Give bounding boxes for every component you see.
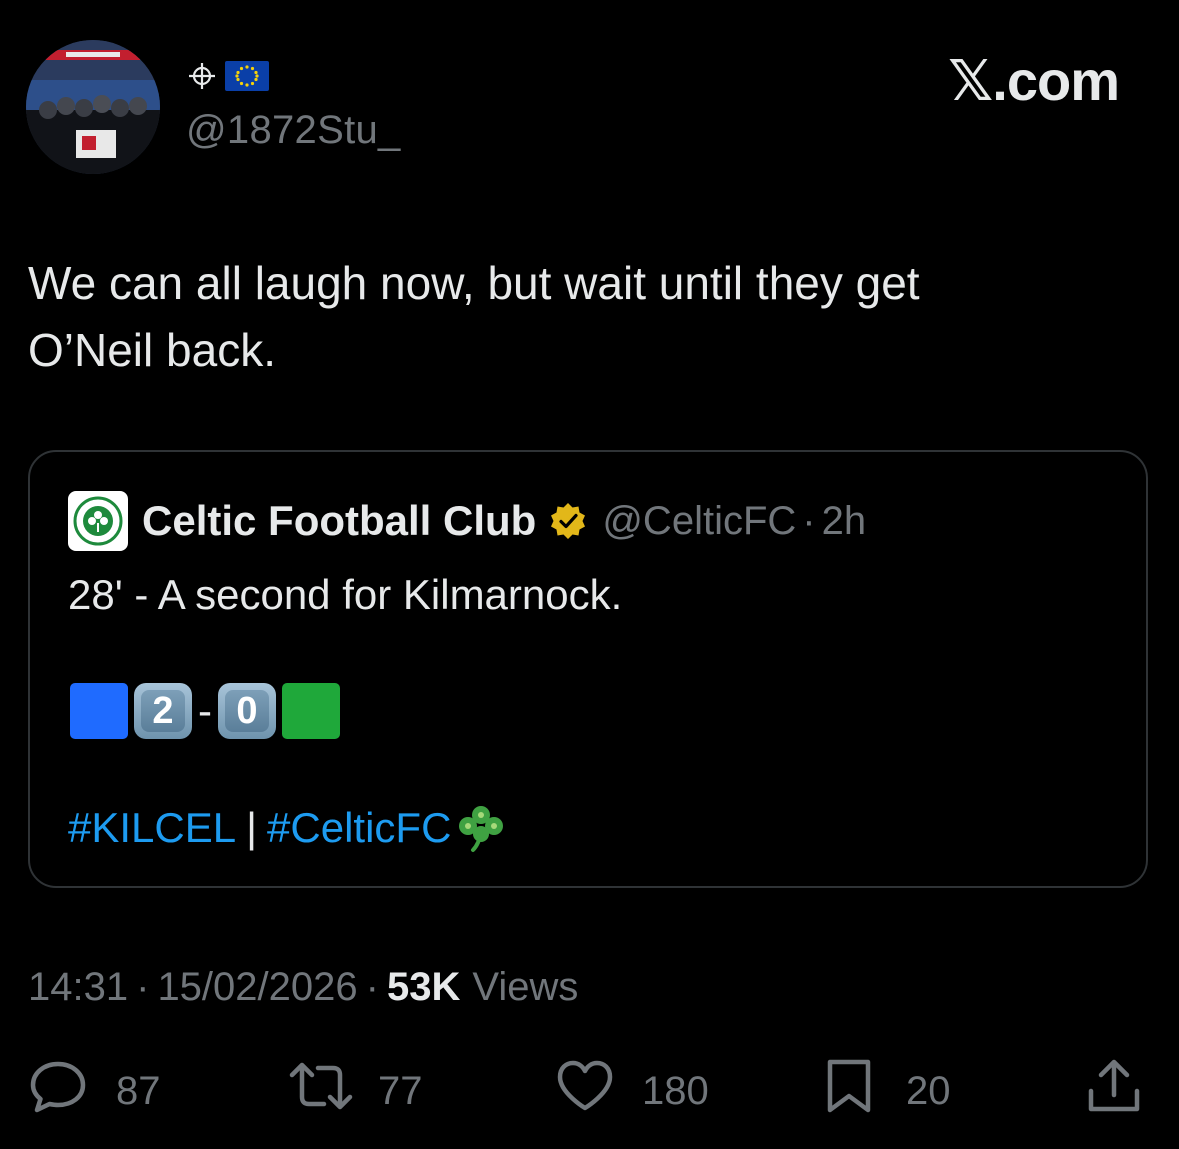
meta-separator: · [365, 965, 379, 1009]
quoted-tweet-text: 28' - A second for Kilmarnock. [68, 571, 623, 618]
reply-button[interactable]: 87 [28, 1060, 161, 1122]
quoted-separator: · [802, 498, 816, 543]
repost-icon [288, 1059, 354, 1123]
reply-icon [28, 1059, 88, 1123]
reply-count: 87 [116, 1068, 161, 1113]
bookmark-count: 20 [906, 1068, 951, 1113]
quoted-timestamp[interactable]: 2h [822, 499, 867, 544]
like-button[interactable]: 180 [556, 1060, 709, 1122]
celtic-crest-avatar[interactable] [68, 491, 128, 551]
verified-badge-icon [548, 501, 588, 541]
repost-button[interactable]: 77 [288, 1060, 423, 1122]
quoted-tweet-card[interactable]: Celtic Football Club @CelticFC · 2h 28' … [28, 450, 1148, 888]
views-count: 53K [386, 965, 461, 1009]
heart-icon [556, 1059, 614, 1123]
hashtag-pipe: | [246, 804, 258, 851]
tweet-text: We can all laugh now, but wait until the… [28, 250, 1128, 384]
x-com-watermark: 𝕏.com [948, 49, 1120, 112]
tweet-text-line-2: O’Neil back. [28, 324, 276, 376]
blue-square-icon [70, 683, 128, 739]
repost-count: 77 [378, 1068, 423, 1113]
green-square-icon [282, 683, 340, 739]
share-icon [1084, 1057, 1144, 1125]
author-display-name[interactable] [187, 58, 269, 98]
author-handle[interactable]: @1872Stu_ [186, 108, 401, 153]
score-emoji-row: 2 - 0 [70, 681, 340, 741]
bookmark-icon [824, 1058, 874, 1124]
tweet-meta: 14:31 · 15/02/2026 · 53K Views [28, 965, 578, 1010]
views-label: Views [472, 965, 579, 1009]
keycap-digit-icon: 0 [218, 683, 276, 739]
shamrock-icon [455, 802, 507, 854]
away-goals: 0 [225, 690, 269, 732]
quoted-author-handle[interactable]: @CelticFC [602, 499, 796, 544]
hashtag-celticfc[interactable]: #CelticFC [267, 804, 451, 852]
tweet-text-line-1: We can all laugh now, but wait until the… [28, 257, 920, 309]
bookmark-button[interactable]: 20 [824, 1058, 951, 1124]
author-avatar[interactable] [26, 40, 160, 174]
score-dash: - [198, 687, 212, 734]
hashtag-kilcel[interactable]: #KILCEL [68, 804, 236, 852]
hashtag-row: #KILCEL | #CelticFC [68, 800, 507, 856]
crosshair-icon [187, 61, 217, 96]
quoted-tweet-header: Celtic Football Club @CelticFC · 2h [68, 490, 866, 552]
meta-separator: · [136, 965, 150, 1009]
keycap-digit-icon: 2 [134, 683, 192, 739]
tweet-date[interactable]: 15/02/2026 [157, 965, 357, 1010]
share-button[interactable] [1084, 1057, 1144, 1125]
home-goals: 2 [141, 690, 185, 732]
tweet-time[interactable]: 14:31 [28, 965, 128, 1010]
like-count: 180 [642, 1068, 709, 1113]
eu-flag-icon [225, 60, 269, 96]
quoted-author-name[interactable]: Celtic Football Club [142, 497, 536, 545]
